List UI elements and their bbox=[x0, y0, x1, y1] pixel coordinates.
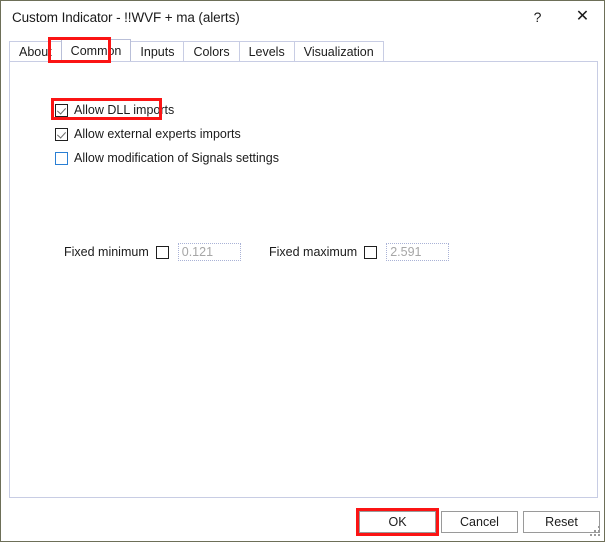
tab-colors[interactable]: Colors bbox=[183, 41, 240, 61]
tab-levels[interactable]: Levels bbox=[238, 41, 295, 61]
checkbox-row-allow-external-experts-imports[interactable]: Allow external experts imports bbox=[55, 127, 241, 141]
fixed-maximum-group: Fixed maximum bbox=[269, 243, 450, 261]
allow-modification-of-signals-settings-label: Allow modification of Signals settings bbox=[74, 151, 279, 165]
tab-inputs[interactable]: Inputs bbox=[130, 41, 185, 61]
close-button[interactable]: ✕ bbox=[560, 1, 604, 33]
allow-dll-imports-label: Allow DLL imports bbox=[74, 103, 175, 117]
close-icon: ✕ bbox=[575, 8, 590, 25]
allow-external-experts-imports-checkbox[interactable] bbox=[55, 127, 68, 141]
resize-grip-icon[interactable] bbox=[589, 526, 601, 538]
title-bar: Custom Indicator - !!WVF + ma (alerts) ?… bbox=[1, 1, 604, 35]
fixed-minimum-input[interactable] bbox=[177, 243, 241, 261]
checkbox-row-allow-modification-of-signals-settings[interactable]: Allow modification of Signals settings bbox=[55, 151, 279, 165]
allow-external-experts-imports-label: Allow external experts imports bbox=[74, 127, 241, 141]
help-button[interactable]: ? bbox=[515, 1, 560, 33]
question-mark-icon: ? bbox=[533, 9, 542, 25]
checkbox-row-allow-dll-imports[interactable]: Allow DLL imports bbox=[55, 103, 174, 117]
cancel-button[interactable]: Cancel bbox=[441, 511, 518, 533]
tab-about[interactable]: About bbox=[9, 41, 62, 61]
fixed-minimum-label: Fixed minimum bbox=[64, 245, 149, 259]
fixed-minimum-checkbox[interactable] bbox=[155, 245, 169, 259]
tab-bar: About Common Inputs Colors Levels Visual… bbox=[9, 39, 384, 61]
fixed-minimum-group: Fixed minimum bbox=[64, 243, 241, 261]
fixed-maximum-input[interactable] bbox=[386, 243, 450, 261]
tab-common[interactable]: Common bbox=[60, 39, 132, 61]
custom-indicator-dialog: Custom Indicator - !!WVF + ma (alerts) ?… bbox=[0, 0, 605, 542]
window-title: Custom Indicator - !!WVF + ma (alerts) bbox=[12, 10, 240, 25]
ok-button[interactable]: OK bbox=[359, 511, 436, 533]
allow-modification-of-signals-settings-checkbox[interactable] bbox=[55, 151, 68, 165]
tab-visualization[interactable]: Visualization bbox=[293, 41, 384, 61]
fixed-maximum-checkbox[interactable] bbox=[364, 245, 378, 259]
fixed-maximum-label: Fixed maximum bbox=[269, 245, 358, 259]
allow-dll-imports-checkbox[interactable] bbox=[55, 103, 68, 117]
common-tab-panel: Allow DLL imports Allow external experts… bbox=[9, 61, 598, 498]
